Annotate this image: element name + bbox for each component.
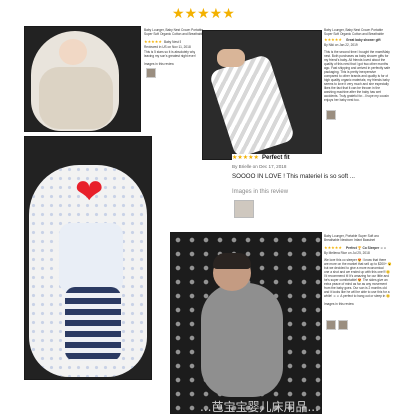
review3-images-label: Images in this review: [232, 189, 289, 195]
review4-images-label: Images in this review: [324, 302, 354, 306]
rolled-nest: [208, 53, 296, 159]
review2-thumbnail[interactable]: [326, 110, 336, 120]
photo-baby-on-nest: ❤: [24, 136, 152, 380]
review1-stars: ★★★★★: [144, 39, 162, 44]
review3-headline: Perfect fit: [262, 155, 290, 161]
review4-thumbnail-2[interactable]: [338, 320, 348, 330]
review4-stars: ★★★★★: [324, 245, 342, 250]
review-card-1: Baby Lounger, Baby Nest Crown Portable S…: [142, 26, 204, 96]
review4-headline: Perfect 🏆 Co Sleeper ☺☺: [346, 246, 387, 250]
photo-swaddled-baby: [170, 232, 322, 414]
swaddle-blanket: [201, 283, 283, 397]
baby-hair: [213, 253, 251, 269]
baby-blanket: [39, 67, 113, 129]
heart-icon: ❤: [75, 172, 104, 212]
review4-author: By Mellena Rice on Jul 25, 2018: [324, 251, 370, 255]
bottom-caption: ...芭宝宝婴儿床用品...: [200, 400, 319, 414]
baby-face: [59, 39, 87, 65]
review1-rating-note: Baby Nest 5: [164, 40, 182, 44]
review4-thumbnail-1[interactable]: [326, 320, 336, 330]
photo-rolled-nest: [202, 30, 322, 160]
review3-author: By Brielle on Dec 17, 2018: [232, 164, 287, 169]
review1-thumbnail[interactable]: [146, 68, 156, 78]
review-card-4: Baby Lounger, Portable Super Soft and Br…: [322, 232, 414, 342]
top-rating-stars: ★★★★★: [172, 6, 244, 22]
review1-subtitle: Super Soft Organic Cotton and Breathable: [144, 32, 204, 36]
review2-headline: Great baby shower gift: [346, 38, 381, 42]
review1-date: Reviewed in US on Nov 11, 2018: [144, 45, 191, 49]
review4-subtitle: Breathable Newborn Infant Bassinet: [324, 238, 376, 242]
review2-subtitle: Super Soft Organic Cotton and Breathable: [324, 32, 384, 36]
review1-line2: leaving my son's greatest night ever!: [144, 54, 196, 58]
review-card-3: ★★★★★ Perfect fit By Brielle on Dec 17, …: [232, 154, 355, 224]
baby-shirt: [59, 223, 123, 293]
review2-body-line: enjoys her baby nest too.: [324, 98, 360, 102]
photo-baby-nest-top-left: [24, 26, 141, 132]
top-stars-glyphs: ★★★★★: [172, 6, 235, 22]
review-card-2: Baby Lounger, Baby Nest Crown Portable S…: [322, 26, 412, 126]
review3-thumbnail[interactable]: [234, 200, 254, 218]
review2-author: By Niki on Jan 22, 2019: [324, 43, 358, 47]
review4-body-line: while! ☺☺ A perfect to hang out or sleep…: [324, 294, 391, 298]
review1-images-label: Images in this review: [144, 62, 174, 66]
review3-stars: ★★★★★: [232, 154, 259, 161]
hand: [217, 49, 245, 67]
review3-body: SOOOO IN LOVE ! This materiel is so soft…: [232, 173, 355, 180]
baby-striped-pants: [65, 287, 121, 361]
review2-stars: ★★★★★: [324, 37, 342, 42]
